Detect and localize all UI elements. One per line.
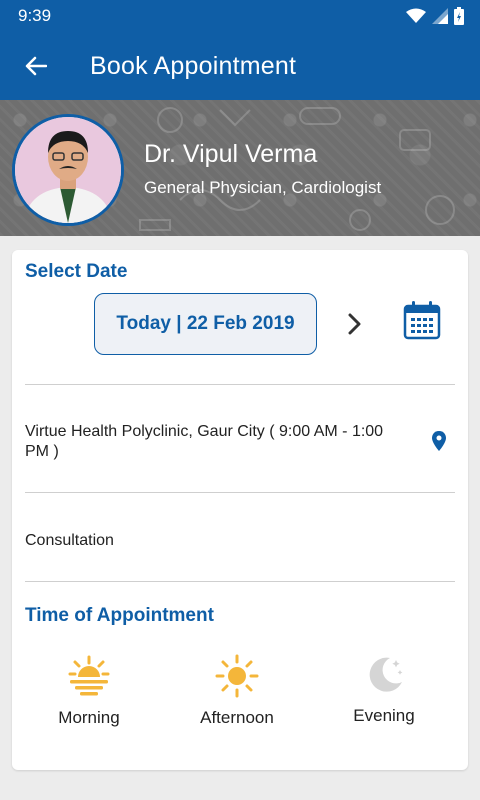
slot-label: Afternoon [200, 708, 274, 727]
battery-icon [454, 7, 464, 25]
slot-label: Evening [353, 706, 415, 725]
next-date-button[interactable] [340, 308, 370, 340]
divider [25, 581, 455, 582]
divider [25, 492, 455, 493]
doctor-profile-banner: Dr. Vipul Verma General Physician, Cardi… [0, 100, 480, 236]
signal-icon [432, 8, 448, 24]
date-selector-button[interactable]: Today | 22 Feb 2019 [94, 293, 317, 355]
calendar-icon [403, 301, 441, 340]
doctor-avatar [12, 114, 124, 226]
clinic-info[interactable]: Virtue Health Polyclinic, Gaur City ( 9:… [25, 422, 395, 462]
slot-label: Morning [58, 708, 120, 727]
divider [25, 384, 455, 385]
time-of-appointment-heading: Time of Appointment [25, 605, 214, 626]
morning-slot[interactable]: Morning [29, 652, 149, 728]
status-time: 9:39 [18, 6, 52, 25]
chevron-right-icon [348, 313, 361, 335]
wifi-icon [406, 8, 426, 23]
back-button[interactable] [18, 48, 54, 84]
booking-card: Select Date Today | 22 Feb 2019 Virtue H… [12, 250, 468, 770]
doctor-name: Dr. Vipul Verma [144, 140, 318, 168]
moon-icon [369, 657, 403, 692]
calendar-button[interactable] [403, 300, 441, 340]
page-title: Book Appointment [90, 52, 297, 80]
app-bar: Book Appointment [0, 32, 480, 100]
status-icons [406, 6, 464, 26]
location-button[interactable] [428, 430, 450, 452]
afternoon-slot[interactable]: Afternoon [177, 652, 297, 728]
arrow-left-icon [25, 56, 47, 76]
sun-icon [215, 654, 259, 698]
select-date-heading: Select Date [25, 261, 128, 282]
location-pin-icon [432, 431, 446, 451]
status-bar: 9:39 [0, 0, 480, 32]
sunrise-icon [68, 655, 110, 696]
doctor-specialty: General Physician, Cardiologist [144, 178, 382, 197]
consultation-label[interactable]: Consultation [25, 532, 114, 550]
evening-slot[interactable]: Evening [324, 650, 444, 726]
